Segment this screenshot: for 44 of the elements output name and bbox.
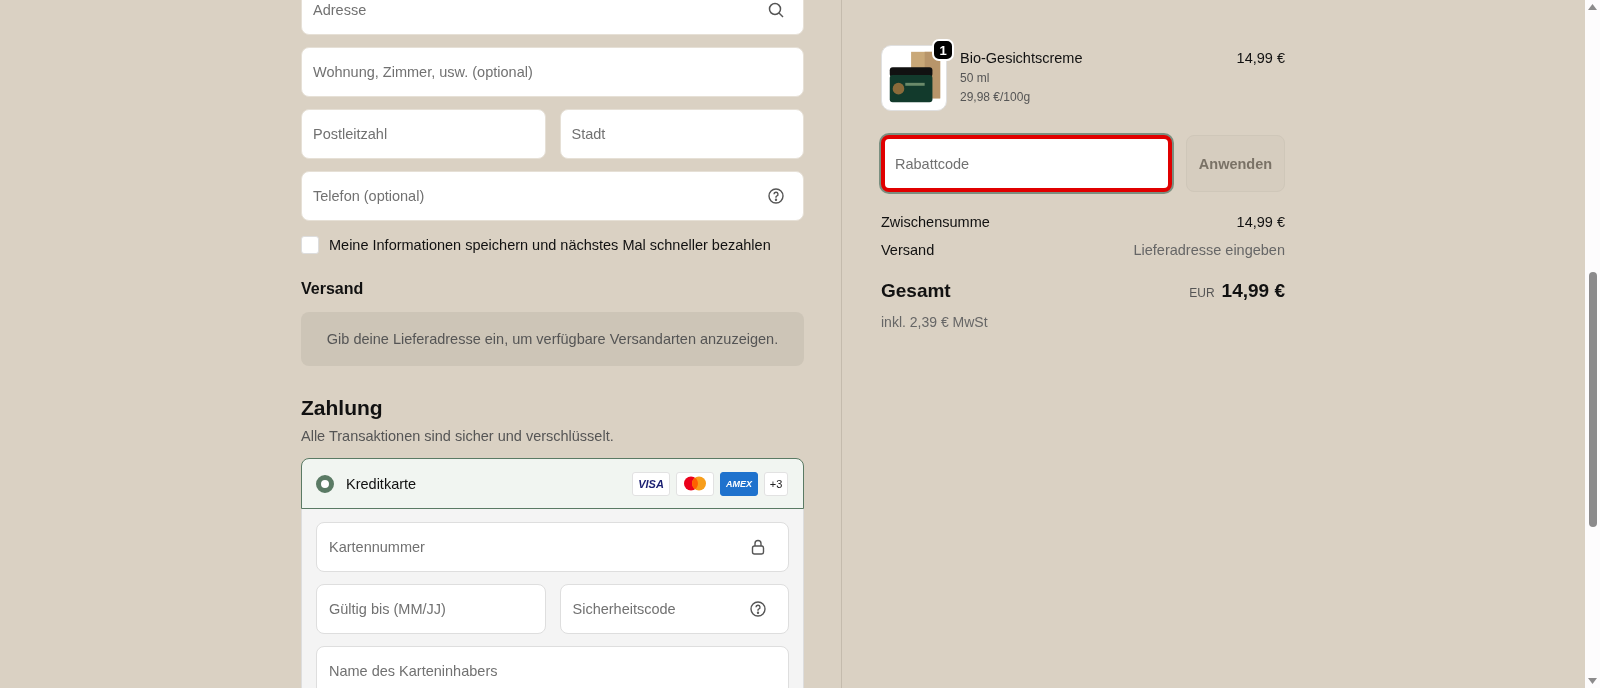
payment-method[interactable]: Kreditkarte VISA AMEX +3: [301, 458, 804, 509]
product-price: 14,99 €: [1236, 49, 1285, 68]
section-heading: Versand: [301, 280, 365, 298]
product-variant: 50 ml: [960, 71, 991, 85]
summary-value: Lieferadresse eingeben: [1133, 242, 1285, 258]
unit-price: 29,98 €/100g: [960, 90, 1032, 104]
product-name: Bio-Gesichtscreme: [960, 50, 1084, 66]
checkbox[interactable]: [301, 236, 319, 254]
input-field[interactable]: Sicherheitscode: [559, 584, 789, 634]
more-cards-badge: +3: [764, 471, 788, 496]
scroll-down-icon[interactable]: [1588, 678, 1597, 684]
card-logo: AMEX: [720, 471, 758, 496]
input-field[interactable]: Telefon (optional): [301, 171, 804, 221]
checkbox-label: Meine Informationen speichern und nächstes Mal schneller bezahlen: [329, 237, 771, 253]
summary-value: 14,99 €: [1236, 214, 1285, 230]
scrollbar-thumb[interactable]: [1589, 272, 1597, 527]
radio-button[interactable]: [316, 474, 334, 493]
help-icon[interactable]: [767, 187, 785, 205]
discount-field[interactable]: Rabattcode: [881, 135, 1172, 192]
input-field[interactable]: Stadt: [559, 109, 804, 159]
shipping-notice: Gib deine Lieferadresse ein, um verfügbare Versandarten anzuzeigen.: [301, 312, 804, 366]
summary-label: Versand: [881, 242, 935, 258]
scroll-up-icon[interactable]: [1588, 4, 1597, 10]
card-logo: [676, 471, 714, 496]
total-amount: 14,99 €: [1221, 280, 1285, 302]
input-field[interactable]: Gültig bis (MM/JJ): [316, 584, 546, 634]
card-logo: VISA: [632, 471, 670, 496]
input-field[interactable]: Wohnung, Zimmer, usw. (optional): [301, 47, 804, 97]
help-icon[interactable]: [749, 600, 767, 618]
section-heading: Zahlung: [301, 396, 384, 420]
tax-note: inkl. 2,39 € MwSt: [881, 314, 989, 330]
input-field[interactable]: Name des Karteninhabers: [316, 646, 789, 688]
section-subtitle: Alle Transaktionen sind sicher und verschlüsselt.: [301, 428, 615, 444]
summary-label: Zwischensumme: [881, 214, 990, 230]
input-field[interactable]: Adresse: [301, 0, 804, 35]
input-field[interactable]: Kartennummer: [316, 522, 789, 572]
input-field[interactable]: Postleitzahl: [301, 109, 546, 159]
lock-icon: [749, 538, 767, 556]
total-label: Gesamt: [881, 280, 951, 302]
quantity-badge: 1: [932, 39, 954, 61]
search-icon: [767, 1, 785, 19]
payment-method-label: Kreditkarte: [346, 475, 418, 492]
currency-code: EUR: [1189, 286, 1215, 300]
scrollbar[interactable]: [1585, 0, 1600, 688]
